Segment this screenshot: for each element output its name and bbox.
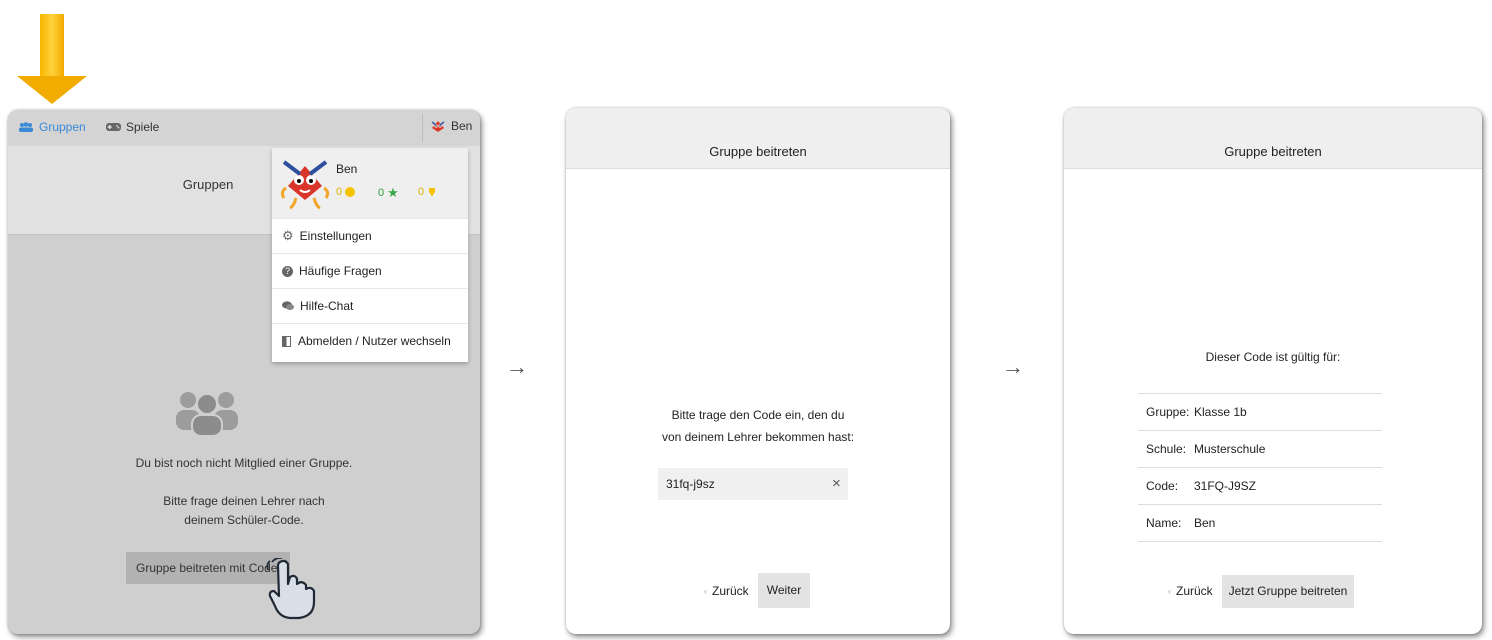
info-row-name: Name: Ben <box>1138 505 1382 542</box>
dialog-title: Gruppe beitreten <box>1224 144 1322 159</box>
profile-name: Ben <box>336 162 358 176</box>
hand-pointer-icon <box>266 558 316 620</box>
question-icon: ? <box>282 265 293 277</box>
back-label: Zurück <box>712 584 749 598</box>
trophies-value: 0 <box>418 186 425 198</box>
star-icon: ★ <box>387 185 399 200</box>
guide-arrow-shaft <box>40 14 64 76</box>
monster-avatar-icon <box>280 160 330 210</box>
monster-avatar-icon <box>431 121 445 132</box>
chevron-left-icon: ‹ <box>704 586 707 596</box>
row-label: Gruppe: <box>1146 405 1190 419</box>
dialog-header <box>566 108 950 169</box>
step-arrow-2: → <box>1002 354 1024 379</box>
info-row-code: Code: 31FQ-J9SZ <box>1138 468 1382 505</box>
back-label: Zurück <box>1176 584 1213 598</box>
chevron-left-icon: ‹ <box>1168 586 1171 596</box>
dialog-header <box>1064 108 1482 169</box>
join-group-now-button[interactable]: Jetzt Gruppe beitreten <box>1222 575 1354 608</box>
menu-item-label: Abmelden / Nutzer wechseln <box>298 334 451 348</box>
next-button[interactable]: Weiter <box>758 573 810 608</box>
nav-groups-label: Gruppen <box>39 120 86 134</box>
coins-counter: 0 <box>336 186 356 198</box>
menu-item-faq[interactable]: ? Häufige Fragen <box>272 253 468 288</box>
back-button[interactable]: ‹ Zurück <box>704 584 749 598</box>
trophy-icon <box>429 188 436 196</box>
code-input[interactable]: 31fq-j9sz × <box>658 468 848 500</box>
valid-for-text: Dieser Code ist gültig für: <box>1205 350 1341 364</box>
code-prompt-line1: Bitte trage den Code ein, den du <box>671 408 845 422</box>
coin-icon <box>345 187 356 197</box>
info-row-school: Schule: Musterschule <box>1138 431 1382 468</box>
dialog-title: Gruppe beitreten <box>709 144 807 159</box>
back-button[interactable]: ‹ Zurück <box>1168 584 1213 598</box>
coins-value: 0 <box>336 186 343 198</box>
gamepad-icon <box>106 123 121 131</box>
ask-teacher-line1: Bitte frage deinen Lehrer nach <box>163 494 325 508</box>
menu-item-settings[interactable]: ⚙ Einstellungen <box>272 218 468 253</box>
user-dropdown-menu: Ben 0 0 ★ 0 ⚙ Einstellungen ? Häufige Fr… <box>272 148 468 362</box>
user-menu-button[interactable]: Ben <box>430 118 472 134</box>
people-icon <box>176 392 238 436</box>
row-value: Musterschule <box>1194 442 1266 456</box>
row-value: Ben <box>1194 516 1216 530</box>
ask-teacher-line2: deinem Schüler-Code. <box>184 513 304 527</box>
stars-value: 0 <box>378 187 385 199</box>
chat-icon <box>282 301 294 310</box>
nav-games[interactable]: Spiele <box>106 120 159 134</box>
menu-item-logout[interactable]: Abmelden / Nutzer wechseln <box>272 323 468 358</box>
code-input-value: 31fq-j9sz <box>666 477 715 491</box>
enter-code-dialog: Gruppe beitreten Bitte trage den Code ei… <box>566 108 950 634</box>
row-label: Code: <box>1146 479 1179 493</box>
nav-divider <box>422 114 423 142</box>
row-label: Name: <box>1146 516 1182 530</box>
menu-item-label: Einstellungen <box>299 229 372 243</box>
logout-icon <box>282 335 291 347</box>
row-value: 31FQ-J9SZ <box>1194 479 1257 493</box>
step-arrow-1: → <box>506 354 528 379</box>
nav-groups[interactable]: Gruppen <box>18 120 86 134</box>
menu-item-help-chat[interactable]: Hilfe-Chat <box>272 288 468 323</box>
row-value: Klasse 1b <box>1194 405 1247 419</box>
gear-icon: ⚙ <box>282 228 294 243</box>
row-label: Schule: <box>1146 442 1187 456</box>
code-prompt-line2: von deinem Lehrer bekommen hast: <box>661 430 855 444</box>
clear-icon[interactable]: × <box>832 475 841 492</box>
nav-games-label: Spiele <box>126 120 160 134</box>
user-name: Ben <box>451 119 473 133</box>
trophies-counter: 0 <box>418 186 437 198</box>
groups-icon <box>19 122 33 132</box>
stars-counter: 0 ★ <box>378 185 399 201</box>
menu-item-label: Häufige Fragen <box>299 264 382 278</box>
confirm-group-dialog: n Gruppe beitreten Dieser Code ist gülti… <box>1064 108 1482 634</box>
guide-arrow-icon <box>17 76 87 104</box>
info-row-group: Gruppe: Klasse 1b <box>1138 394 1382 431</box>
groups-screen: Gruppen Spiele Ben Gruppen Du bist noch … <box>8 110 480 634</box>
not-member-text: Du bist noch nicht Mitglied einer Gruppe… <box>135 456 353 470</box>
menu-item-label: Hilfe-Chat <box>300 299 354 313</box>
